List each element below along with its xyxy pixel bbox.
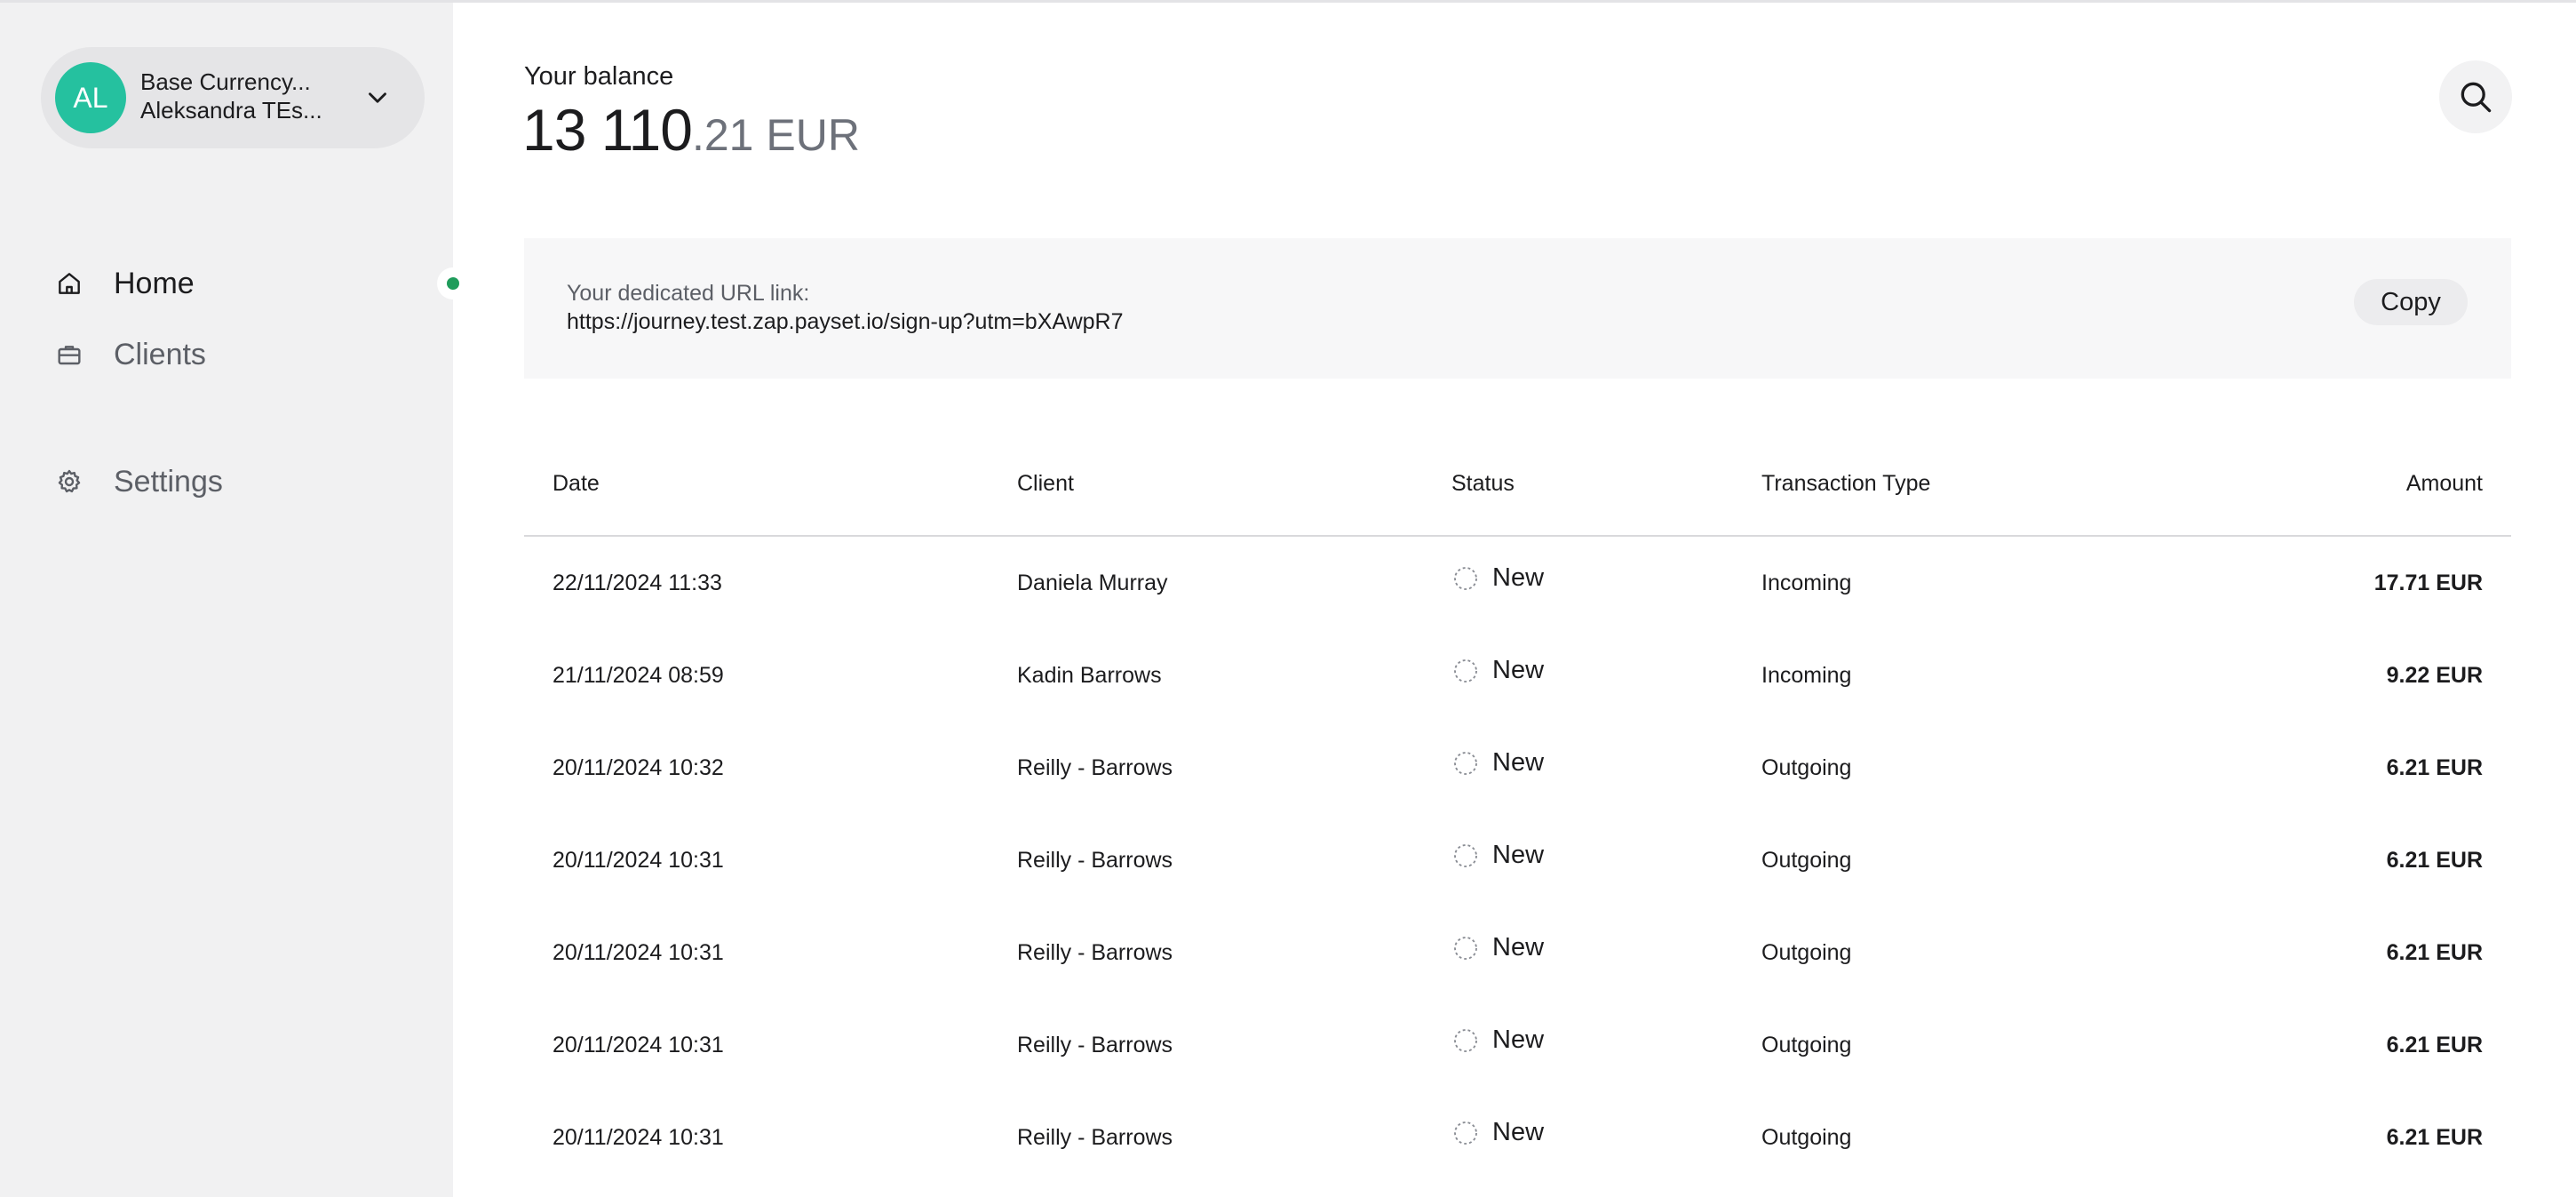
status-badge: New — [1492, 563, 1545, 592]
table-row[interactable]: 20/11/2024 10:31 Reilly - Barrows New Outgo… — [524, 999, 2511, 1091]
status-badge: New — [1492, 1025, 1545, 1054]
cell-transaction-type: Outgoing — [1761, 848, 1852, 873]
pending-status-icon — [1454, 1028, 1477, 1052]
cell-status: New — [1451, 1025, 1544, 1055]
cell-date: 20/11/2024 10:31 — [553, 1125, 724, 1150]
column-header-amount[interactable]: Amount — [2406, 471, 2483, 497]
cell-status: New — [1451, 1118, 1544, 1147]
cell-date: 20/11/2024 10:32 — [553, 755, 724, 780]
dedicated-url-card: Your dedicated URL link: https://journey… — [524, 238, 2511, 379]
cell-client: Reilly - Barrows — [1017, 848, 1173, 873]
status-badge: New — [1492, 933, 1545, 962]
status-badge: New — [1492, 656, 1545, 684]
search-button[interactable] — [2439, 60, 2512, 133]
cell-client: Reilly - Barrows — [1017, 940, 1173, 965]
cell-amount: 17.71 EUR — [2373, 571, 2483, 595]
transactions-table: Date Client Status Transaction Type Amou… — [524, 444, 2511, 1184]
sidebar-item-label: Settings — [114, 464, 223, 499]
status-badge: New — [1492, 1118, 1545, 1146]
column-header-type[interactable]: Transaction Type — [1761, 471, 1930, 497]
column-header-client[interactable]: Client — [1017, 471, 1074, 497]
copy-button[interactable]: Copy — [2354, 279, 2468, 325]
cell-date: 22/11/2024 11:33 — [553, 571, 722, 595]
table-row[interactable]: 20/11/2024 10:31 Reilly - Barrows New Outgo… — [524, 1091, 2511, 1184]
cell-transaction-type: Outgoing — [1761, 755, 1852, 780]
pending-status-icon — [1454, 1121, 1477, 1145]
table-header: Date Client Status Transaction Type Amou… — [524, 444, 2511, 537]
cell-amount: 6.21 EUR — [2386, 848, 2483, 873]
cell-amount: 6.21 EUR — [2386, 755, 2483, 780]
sidebar-item-clients[interactable]: Clients — [52, 328, 206, 381]
balance-integer: 13 110 — [522, 97, 693, 163]
briefcase-icon — [52, 337, 87, 372]
search-icon — [2461, 82, 2492, 113]
table-body: 22/11/2024 11:33 Daniela Murray New Incomin… — [524, 537, 2511, 1184]
avatar: AL — [55, 62, 126, 133]
status-badge: New — [1492, 841, 1545, 869]
pending-status-icon — [1454, 843, 1477, 867]
cell-client: Reilly - Barrows — [1017, 755, 1173, 780]
column-header-date[interactable]: Date — [553, 471, 600, 497]
cell-date: 20/11/2024 10:31 — [553, 940, 724, 965]
cell-transaction-type: Incoming — [1761, 663, 1852, 688]
column-header-status[interactable]: Status — [1451, 471, 1515, 497]
status-badge: New — [1492, 748, 1545, 777]
balance-label: Your balance — [524, 62, 674, 91]
sidebar-item-label: Home — [114, 266, 195, 300]
cell-transaction-type: Incoming — [1761, 571, 1852, 595]
cell-client: Reilly - Barrows — [1017, 1125, 1173, 1150]
cell-date: 21/11/2024 08:59 — [553, 663, 724, 688]
cell-transaction-type: Outgoing — [1761, 1125, 1852, 1150]
sidebar-item-settings[interactable]: Settings — [52, 455, 223, 508]
active-dot — [447, 277, 459, 290]
table-row[interactable]: 21/11/2024 08:59 Kadin Barrows New Incoming… — [524, 629, 2511, 722]
cell-status: New — [1451, 748, 1544, 778]
cell-client: Reilly - Barrows — [1017, 1033, 1173, 1057]
cell-transaction-type: Outgoing — [1761, 940, 1852, 965]
cell-amount: 6.21 EUR — [2386, 940, 2483, 965]
pending-status-icon — [1454, 751, 1477, 775]
cell-client: Daniela Murray — [1017, 571, 1168, 595]
cell-amount: 6.21 EUR — [2386, 1033, 2483, 1057]
cell-status: New — [1451, 563, 1544, 593]
balance-value: 13 110.21 EUR — [522, 96, 860, 164]
sidebar-item-label: Clients — [114, 337, 206, 371]
table-row[interactable]: 20/11/2024 10:32 Reilly - Barrows New Outgo… — [524, 722, 2511, 814]
account-switcher[interactable]: AL Base Currency... Aleksandra TEs... — [41, 47, 425, 148]
home-icon — [52, 266, 87, 301]
cell-date: 20/11/2024 10:31 — [553, 1033, 724, 1057]
cell-status: New — [1451, 933, 1544, 962]
chevron-down-icon[interactable] — [362, 83, 393, 113]
url-value: https://journey.test.zap.payset.io/sign-… — [567, 309, 1124, 334]
cell-amount: 9.22 EUR — [2386, 663, 2483, 688]
balance-decimal: .21 EUR — [691, 110, 860, 160]
sidebar: AL Base Currency... Aleksandra TEs... Ho… — [0, 3, 469, 1197]
pending-status-icon — [1454, 566, 1477, 590]
cell-status: New — [1451, 841, 1544, 870]
account-user: Aleksandra TEs... — [140, 97, 322, 124]
cell-transaction-type: Outgoing — [1761, 1033, 1852, 1057]
cell-date: 20/11/2024 10:31 — [553, 848, 724, 873]
table-row[interactable]: 20/11/2024 10:31 Reilly - Barrows New Outgo… — [524, 906, 2511, 999]
gear-icon — [52, 464, 87, 499]
cell-status: New — [1451, 656, 1544, 685]
url-label: Your dedicated URL link: — [567, 281, 810, 306]
sidebar-item-home[interactable]: Home — [52, 257, 195, 310]
table-row[interactable]: 20/11/2024 10:31 Reilly - Barrows New Outgo… — [524, 814, 2511, 906]
cell-client: Kadin Barrows — [1017, 663, 1162, 688]
active-indicator — [437, 267, 469, 299]
account-name: Base Currency... — [140, 68, 311, 95]
table-row[interactable]: 22/11/2024 11:33 Daniela Murray New Incomin… — [524, 537, 2511, 629]
pending-status-icon — [1454, 658, 1477, 682]
pending-status-icon — [1454, 936, 1477, 960]
cell-amount: 6.21 EUR — [2386, 1125, 2483, 1150]
